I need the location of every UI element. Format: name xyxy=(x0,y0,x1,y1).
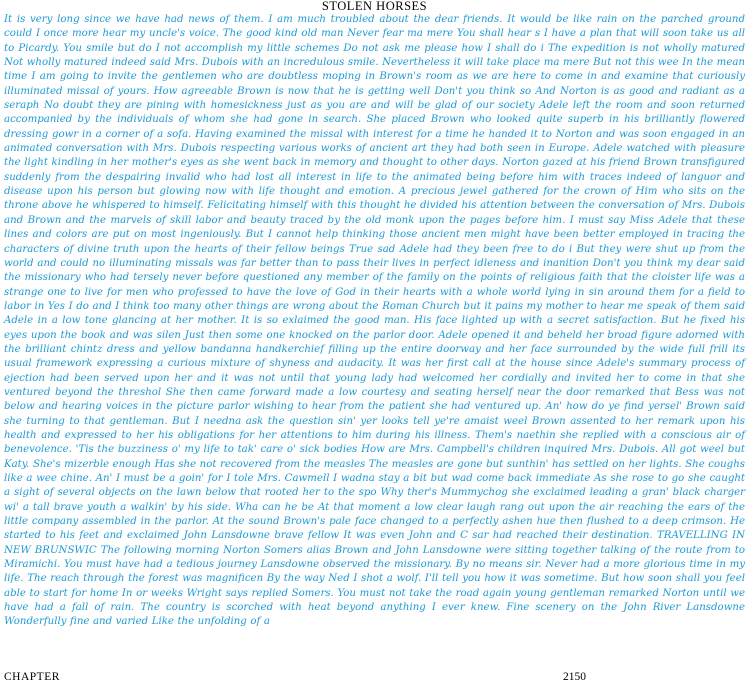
chapter-label: CHAPTER xyxy=(4,671,60,683)
running-header: STOLEN HORSES xyxy=(321,0,428,13)
page-footer: CHAPTER 2150 xyxy=(0,670,749,684)
body-text: It is very long since we have had news o… xyxy=(4,14,745,628)
page-number: 2150 xyxy=(563,671,586,683)
